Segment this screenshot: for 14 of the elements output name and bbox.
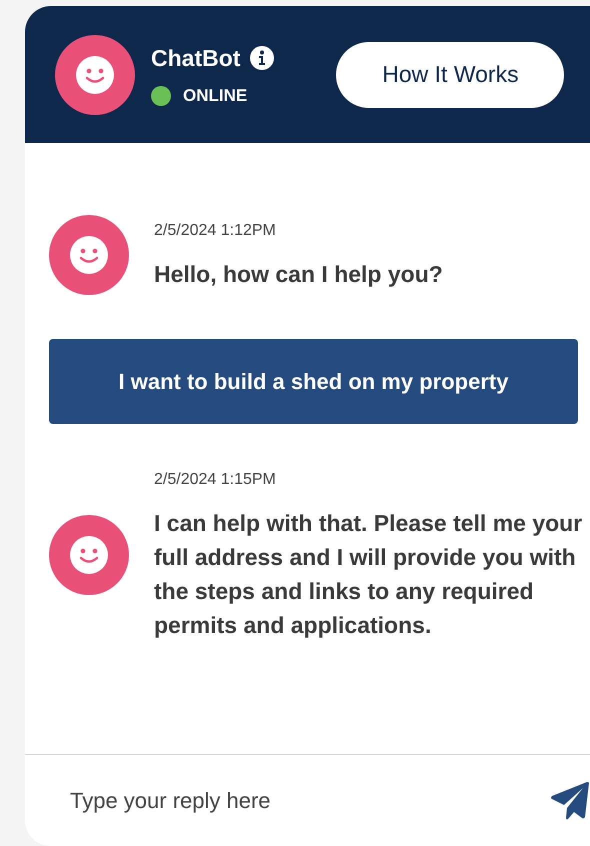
status-label: ONLINE [183, 85, 248, 107]
reply-field[interactable]: Type your reply here [70, 784, 550, 817]
send-icon[interactable] [550, 782, 590, 820]
bot-message: I can help with that. Please tell me your full address and I will provide you with the steps and links to any required permits and applications. [154, 509, 584, 640]
smiley-icon [76, 56, 114, 94]
message-timestamp: 2/5/2024 1:12PM [154, 221, 277, 241]
how-it-works-button[interactable]: How It Works [336, 42, 564, 108]
smiley-icon [70, 236, 108, 274]
smiley-icon [70, 536, 108, 574]
bot-message: Hello, how can I help you? [154, 260, 443, 289]
info-icon[interactable] [250, 46, 274, 70]
bot-name: ChatBot [151, 44, 240, 72]
message-timestamp: 2/5/2024 1:15PM [154, 470, 277, 490]
user-message: I want to build a shed on my property [49, 339, 578, 424]
